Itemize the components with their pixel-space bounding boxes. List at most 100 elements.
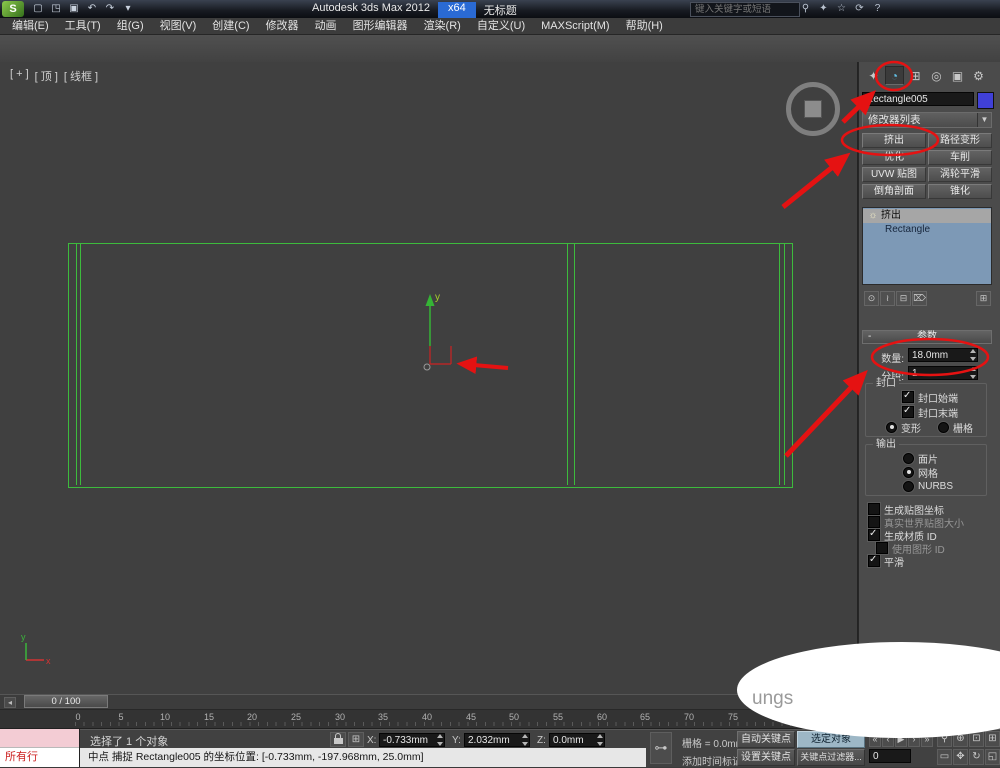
help-icon[interactable]: ? bbox=[870, 2, 885, 16]
configure-sets-icon[interactable]: ⊞ bbox=[976, 291, 991, 306]
menu-item-rendering[interactable]: 渲染(R) bbox=[416, 18, 469, 34]
selection-lock-toggle[interactable] bbox=[330, 732, 346, 747]
patch-radio-row[interactable]: 面片 bbox=[903, 452, 938, 466]
mesh-radio-row[interactable]: 网格 bbox=[903, 466, 938, 480]
viewcube-top-face[interactable] bbox=[804, 100, 822, 118]
current-frame-field[interactable] bbox=[869, 749, 911, 763]
quick-access-caret-icon[interactable]: ▾ bbox=[120, 2, 136, 16]
cap-end-checkbox[interactable] bbox=[902, 405, 914, 418]
gen-material-row[interactable]: 生成材质 ID bbox=[868, 528, 937, 543]
x-spinner[interactable] bbox=[435, 734, 444, 746]
save-file-icon[interactable]: ▣ bbox=[66, 2, 82, 16]
z-spinner[interactable] bbox=[595, 734, 604, 746]
macro-recorder-line[interactable] bbox=[0, 729, 79, 748]
menu-item-graph-editors[interactable]: 图形编辑器 bbox=[345, 18, 416, 34]
real-world-row[interactable]: 真实世界贴图大小 bbox=[868, 516, 964, 530]
use-shape-checkbox[interactable] bbox=[876, 542, 888, 554]
modifier-button-lathe[interactable]: 车削 bbox=[928, 150, 992, 165]
modifier-button-optimize[interactable]: 优化 bbox=[862, 150, 926, 165]
mesh-radio[interactable] bbox=[903, 466, 914, 478]
smooth-checkbox[interactable] bbox=[868, 554, 880, 567]
rectangle-shape-wireframe[interactable] bbox=[68, 243, 793, 488]
cap-end-row[interactable]: 封口末端 bbox=[902, 405, 958, 420]
tab-modify-icon[interactable]: ◔ bbox=[885, 66, 904, 85]
modifier-button-taper[interactable]: 锥化 bbox=[928, 184, 992, 199]
modifier-list-dropdown[interactable]: 修改器列表 ▼ bbox=[862, 112, 992, 128]
viewport-pov-label[interactable]: [ 顶 ] bbox=[35, 68, 58, 84]
maximize-viewport-icon[interactable]: ◱ bbox=[985, 749, 1000, 765]
grid-radio-row[interactable]: 栅格 bbox=[938, 421, 973, 435]
search-icon[interactable]: ⚲ bbox=[798, 2, 813, 16]
cap-start-row[interactable]: 封口始端 bbox=[902, 390, 958, 405]
parameters-rollout-header[interactable]: - 参数 bbox=[862, 330, 992, 344]
community-icon[interactable]: ✦ bbox=[816, 2, 831, 16]
set-key-mode-button[interactable]: ⊶ bbox=[650, 732, 672, 764]
stack-item-extrude[interactable]: ☼ 挤出 bbox=[863, 209, 991, 223]
add-time-tag[interactable]: 添加时间标记 bbox=[682, 753, 742, 768]
remove-modifier-icon[interactable]: ⌦ bbox=[912, 291, 927, 306]
tab-utilities-icon[interactable]: ⚙ bbox=[969, 66, 988, 85]
grid-radio[interactable] bbox=[938, 421, 949, 433]
modifier-button-uvw-map[interactable]: UVW 贴图 bbox=[862, 167, 926, 182]
menu-item-maxscript[interactable]: MAXScript(M) bbox=[533, 18, 617, 34]
show-end-result-icon[interactable]: ≀ bbox=[880, 291, 895, 306]
previous-frame-icon[interactable]: ◂ bbox=[4, 697, 16, 708]
cap-start-checkbox[interactable] bbox=[902, 390, 914, 403]
smooth-row[interactable]: 平滑 bbox=[868, 554, 904, 569]
app-logo-icon[interactable]: S bbox=[2, 1, 24, 17]
use-shape-row[interactable]: 使用图形 ID bbox=[876, 542, 945, 556]
key-filters-button[interactable]: 关键点过滤器... bbox=[797, 749, 865, 766]
menu-item-modifiers[interactable]: 修改器 bbox=[258, 18, 307, 34]
modifier-button-extrude[interactable]: 挤出 bbox=[862, 133, 926, 148]
menu-item-customize[interactable]: 自定义(U) bbox=[469, 18, 533, 34]
menu-item-animation[interactable]: 动画 bbox=[307, 18, 345, 34]
maxscript-mini-listener[interactable]: 所有行 bbox=[0, 729, 80, 767]
open-file-icon[interactable]: ◳ bbox=[48, 2, 64, 16]
redo-icon[interactable]: ↷ bbox=[102, 2, 118, 16]
menu-item-views[interactable]: 视图(V) bbox=[152, 18, 205, 34]
gen-material-checkbox[interactable] bbox=[868, 528, 880, 541]
gen-mapping-row[interactable]: 生成贴图坐标 bbox=[868, 503, 944, 517]
pan-icon[interactable]: ✥ bbox=[953, 749, 968, 765]
sync-icon[interactable]: ⟳ bbox=[852, 2, 867, 16]
segments-spinner[interactable] bbox=[968, 367, 977, 379]
zoom-extents-all-icon[interactable]: ⊞ bbox=[985, 731, 1000, 747]
orbit-icon[interactable]: ↻ bbox=[969, 749, 984, 765]
menu-item-tools[interactable]: 工具(T) bbox=[57, 18, 109, 34]
object-name-field[interactable] bbox=[862, 92, 974, 106]
pin-stack-icon[interactable]: ⊙ bbox=[864, 291, 879, 306]
visibility-bulb-icon[interactable]: ☼ bbox=[867, 209, 879, 223]
y-spinner[interactable] bbox=[520, 734, 529, 746]
menu-item-create[interactable]: 创建(C) bbox=[204, 18, 257, 34]
help-search-input[interactable] bbox=[690, 2, 800, 17]
amount-spinner[interactable] bbox=[968, 349, 977, 361]
tab-motion-icon[interactable]: ◎ bbox=[927, 66, 946, 85]
modifier-button-bevel-profile[interactable]: 倒角剖面 bbox=[862, 184, 926, 199]
tab-hierarchy-icon[interactable]: ⊞ bbox=[906, 66, 925, 85]
time-slider-handle[interactable]: 0 / 100 bbox=[24, 695, 108, 708]
menu-item-help[interactable]: 帮助(H) bbox=[618, 18, 671, 34]
favorites-star-icon[interactable]: ☆ bbox=[834, 2, 849, 16]
listener-line[interactable]: 所有行 bbox=[0, 748, 79, 767]
new-file-icon[interactable]: ▢ bbox=[30, 2, 46, 16]
zoom-region-icon[interactable]: ▭ bbox=[937, 749, 952, 765]
stack-item-rectangle[interactable]: Rectangle bbox=[863, 223, 991, 237]
auto-key-button[interactable]: 自动关键点 bbox=[737, 731, 795, 748]
menu-item-group[interactable]: 组(G) bbox=[109, 18, 152, 34]
object-color-swatch[interactable] bbox=[977, 92, 994, 109]
gen-mapping-checkbox[interactable] bbox=[868, 503, 880, 515]
modifier-button-turbosmooth[interactable]: 涡轮平滑 bbox=[928, 167, 992, 182]
real-world-checkbox[interactable] bbox=[868, 516, 880, 528]
absolute-offset-toggle[interactable]: ⊞ bbox=[348, 732, 364, 747]
menu-item-edit[interactable]: 编辑(E) bbox=[4, 18, 57, 34]
viewport-shading-label[interactable]: [ 线框 ] bbox=[64, 68, 98, 84]
patch-radio[interactable] bbox=[903, 452, 914, 464]
modifier-button-path-deform[interactable]: 路径变形 bbox=[928, 133, 992, 148]
morph-radio-row[interactable]: 变形 bbox=[886, 421, 921, 435]
rollout-collapse-icon[interactable]: - bbox=[868, 331, 871, 343]
nurbs-radio-row[interactable]: NURBS bbox=[903, 480, 953, 492]
morph-radio[interactable] bbox=[886, 421, 897, 433]
nurbs-radio[interactable] bbox=[903, 480, 914, 492]
tab-display-icon[interactable]: ▣ bbox=[948, 66, 967, 85]
tab-create-icon[interactable]: ✦ bbox=[864, 66, 883, 85]
